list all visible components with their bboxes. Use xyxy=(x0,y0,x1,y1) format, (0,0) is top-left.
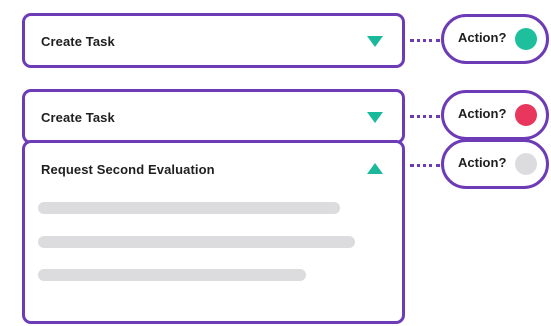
action-pill-2[interactable]: Action? xyxy=(441,90,549,140)
task-dropdown-1[interactable]: Create Task xyxy=(22,13,405,68)
status-dot-icon-1 xyxy=(515,28,537,50)
action-pill-3[interactable]: Action? xyxy=(441,139,549,189)
task-dropdown-3-label: Request Second Evaluation xyxy=(41,162,215,177)
chevron-down-icon[interactable] xyxy=(367,112,383,123)
action-pill-1[interactable]: Action? xyxy=(441,14,549,64)
task-dropdown-2[interactable]: Create Task xyxy=(22,89,405,144)
connector-line-3 xyxy=(410,164,440,167)
placeholder-line-2 xyxy=(38,236,355,248)
chevron-up-icon[interactable] xyxy=(367,163,383,174)
connector-line-1 xyxy=(410,39,440,42)
task-dropdown-1-label: Create Task xyxy=(41,34,115,49)
placeholder-line-3 xyxy=(38,269,306,281)
task-dropdown-2-label: Create Task xyxy=(41,110,115,125)
action-pill-3-label: Action? xyxy=(458,155,507,170)
placeholder-line-1 xyxy=(38,202,340,214)
status-dot-icon-3 xyxy=(515,153,537,175)
action-pill-2-label: Action? xyxy=(458,106,507,121)
connector-line-2 xyxy=(410,115,440,118)
status-dot-icon-2 xyxy=(515,104,537,126)
chevron-down-icon[interactable] xyxy=(367,36,383,47)
task-dropdown-3[interactable]: Request Second Evaluation xyxy=(22,140,405,324)
action-pill-1-label: Action? xyxy=(458,30,507,45)
